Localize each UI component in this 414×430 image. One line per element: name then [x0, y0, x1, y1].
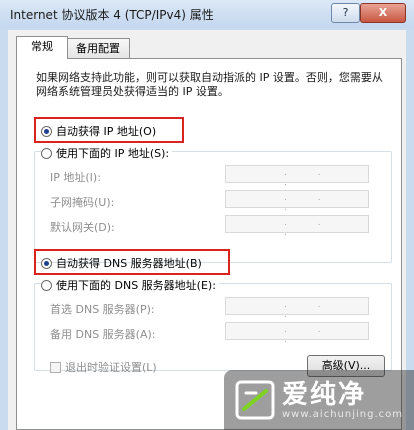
- ip-address-label: IP 地址(I):: [50, 171, 101, 184]
- ip-address-value: . . .: [284, 168, 335, 188]
- watermark-url: www.aichunjing.com: [282, 408, 403, 420]
- radio-manual-ip-text: 使用下面的 IP 地址(S):: [56, 147, 170, 160]
- preferred-dns-value: . . .: [284, 300, 335, 320]
- subnet-mask-label: 子网掩码(U):: [50, 196, 115, 209]
- title-bar[interactable]: Internet 协议版本 4 (TCP/IPv4) 属性 ? X: [0, 0, 414, 28]
- watermark-logo-icon: [235, 380, 275, 420]
- default-gateway-label: 默认网关(D):: [50, 221, 115, 234]
- checkbox-icon: [50, 361, 61, 373]
- subnet-mask-value: . . .: [284, 193, 335, 213]
- radio-manual-ip-overlay[interactable]: 使用下面的 IP 地址(S):: [41, 145, 173, 161]
- validate-on-exit-label: 退出时验证设置(L): [65, 361, 157, 374]
- default-gateway-value: . . .: [284, 218, 335, 238]
- watermark-brand: 爱纯净: [282, 379, 367, 410]
- radio-manual-dns[interactable]: 使用下面的 DNS 服务器地址(E):: [41, 277, 219, 293]
- preferred-dns-label: 首选 DNS 服务器(P):: [50, 303, 155, 316]
- help-button[interactable]: ?: [331, 3, 360, 23]
- close-button[interactable]: X: [360, 3, 406, 23]
- alternate-dns-field[interactable]: . . .: [225, 322, 369, 345]
- radio-auto-ip-label: 自动获得 IP 地址(O): [56, 125, 157, 138]
- tab-alternate-config[interactable]: 备用配置: [66, 38, 130, 59]
- radio-unselected-icon: [41, 279, 52, 291]
- radio-auto-dns-label: 自动获得 DNS 服务器地址(B): [56, 257, 202, 270]
- dialog-window: Internet 协议版本 4 (TCP/IPv4) 属性 ? X 常规 备用配…: [0, 0, 414, 430]
- validate-on-exit-checkbox[interactable]: 退出时验证设置(L): [50, 359, 157, 375]
- default-gateway-field[interactable]: . . .: [225, 215, 369, 238]
- watermark-text: 爱纯净 www.aichunjing.com: [282, 381, 403, 420]
- radio-selected-icon: [41, 257, 52, 269]
- description-text: 如果网络支持此功能，则可以获取自动指派的 IP 设置。否则，您需要从网络系统管理…: [36, 71, 383, 98]
- preferred-dns-field[interactable]: . . .: [225, 297, 369, 320]
- radio-selected-icon: [41, 125, 52, 137]
- radio-auto-ip[interactable]: 自动获得 IP 地址(O): [41, 123, 156, 139]
- radio-manual-dns-label: 使用下面的 DNS 服务器地址(E):: [56, 279, 216, 292]
- tab-general[interactable]: 常规: [16, 36, 68, 59]
- watermark: 爱纯净 www.aichunjing.com: [224, 370, 414, 430]
- alternate-dns-value: . . .: [284, 325, 335, 345]
- alternate-dns-label: 备用 DNS 服务器(A):: [50, 328, 156, 341]
- radio-auto-dns[interactable]: 自动获得 DNS 服务器地址(B): [41, 255, 202, 271]
- ip-address-field[interactable]: . . .: [225, 165, 369, 188]
- window-title: Internet 协议版本 4 (TCP/IPv4) 属性: [10, 8, 214, 22]
- radio-unselected-icon: [41, 147, 52, 159]
- subnet-mask-field[interactable]: . . .: [225, 190, 369, 213]
